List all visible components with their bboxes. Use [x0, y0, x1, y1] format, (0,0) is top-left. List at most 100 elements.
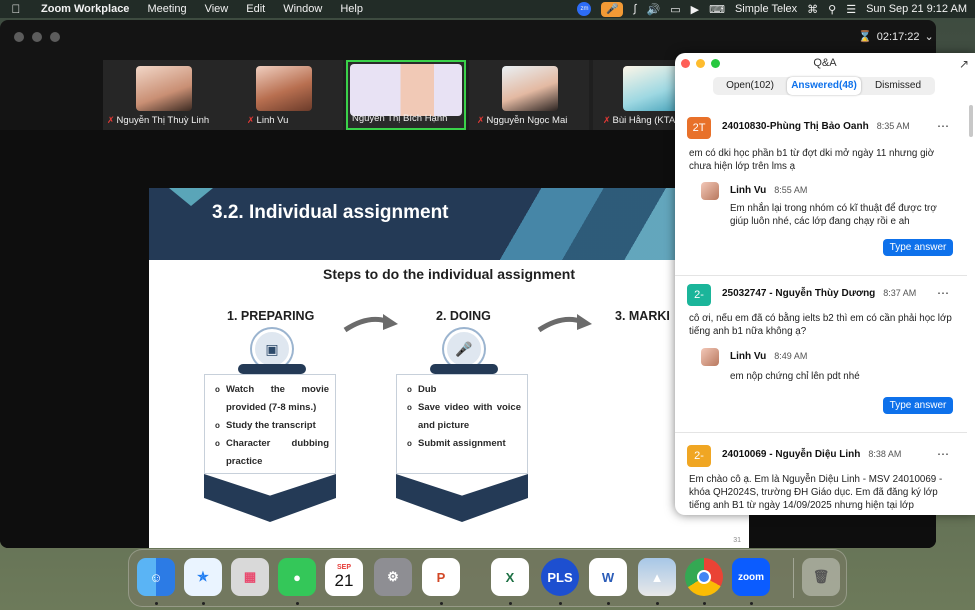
arrow-right-icon — [343, 314, 398, 333]
qa-tabs: Open(102) Answered(48) Dismissed — [713, 77, 935, 95]
more-options-icon[interactable]: ⋯ — [937, 119, 949, 133]
preview-icon[interactable]: ▲ — [638, 558, 676, 596]
volume-icon[interactable]: 🔊 — [647, 3, 661, 16]
calendar-month: SEP — [336, 563, 351, 571]
chrome-icon[interactable] — [685, 558, 723, 596]
search-icon[interactable]: ⚲ — [828, 3, 836, 16]
excel-icon[interactable]: X — [491, 558, 529, 596]
slide-page-number: 31 — [733, 537, 741, 544]
answer-author: Linh Vu — [730, 351, 767, 362]
chevron-down-icon — [396, 474, 528, 522]
play-icon[interactable]: ▶ — [691, 3, 699, 16]
slide-header-banner: 3.2. Individual assignment — [149, 188, 749, 260]
answer-text: Em nhắn lại trong nhóm có kĩ thuật để đư… — [730, 203, 937, 227]
menu-bar:  Zoom Workplace Meeting View Edit Windo… — [0, 0, 975, 18]
menu-edit[interactable]: Edit — [237, 0, 274, 18]
popout-icon[interactable]: ↗ — [959, 57, 969, 71]
question-item: 2- 24010069 - Nguyễn Diệu Linh 8:38 AM ⋯ … — [675, 437, 967, 515]
qa-title: Q&A — [813, 57, 837, 69]
type-answer-button[interactable]: Type answer — [883, 239, 953, 256]
wifi-icon[interactable]: ⌘ — [807, 3, 818, 16]
answer-time: 8:55 AM — [774, 185, 808, 195]
participant-tile[interactable]: ✗ Ngguyễn Ngọc Mai — [469, 60, 589, 130]
participant-name: Bùi Hằng (KTA) — [612, 115, 679, 126]
launchpad-icon[interactable]: ▦ — [231, 558, 269, 596]
zoom-icon[interactable]: zoom — [732, 558, 770, 596]
question-time: 8:38 AM — [868, 449, 902, 459]
question-text: em có dki học phần b1 từ đợt dki mở ngày… — [689, 148, 935, 172]
qa-question-list: 2T 24010830-Phùng Thị Bảo Oanh 8:35 AM ⋯ … — [675, 101, 967, 515]
step-item: Dub — [407, 381, 521, 399]
mic-muted-icon: ✗ — [247, 115, 255, 125]
messages-icon[interactable]: ● — [278, 558, 316, 596]
arrow-right-icon — [537, 314, 592, 333]
step-box: Dub Save video with voice and picture Su… — [396, 374, 528, 474]
participant-tile[interactable]: ✗ Linh Vu — [223, 60, 343, 130]
chevron-down-icon — [204, 474, 336, 522]
participant-tile[interactable]: ✗ Nguyễn Thị Thuỳ Linh — [103, 60, 223, 130]
step-box: Watch the movie provided (7-8 mins.) Stu… — [204, 374, 336, 474]
finder-icon[interactable]: ☺ — [137, 558, 175, 596]
input-source-label[interactable]: Simple Telex — [735, 3, 797, 15]
tab-dismissed[interactable]: Dismissed — [861, 77, 935, 95]
calendar-day: 21 — [334, 570, 354, 590]
participant-video — [350, 64, 462, 116]
screen-mirror-icon[interactable]: ▭ — [670, 3, 680, 16]
microphone-icon[interactable]: 🎤 — [601, 1, 624, 17]
participant-strip: ✗ Nguyễn Thị Thuỳ Linh ✗ Linh Vu Nguyễn Th… — [103, 60, 713, 130]
meeting-timer[interactable]: ⌛ 02:17:22 ⌄ — [858, 30, 934, 44]
word-icon[interactable]: W — [589, 558, 627, 596]
participant-video — [502, 66, 558, 111]
presentation-slide: 3.2. Individual assignment Steps to do t… — [149, 188, 749, 548]
powerpoint-icon[interactable]: P — [422, 558, 460, 596]
microphone-icon: 🎤 — [444, 329, 484, 369]
hourglass-icon: ⌛ — [858, 31, 872, 43]
participant-name: Nguyễn Thị Thuỳ Linh — [116, 115, 210, 126]
script-icon[interactable]: ∫ — [633, 3, 636, 15]
answer-text: em nộp chứng chỉ lên pdt nhé — [730, 371, 860, 382]
slide-title: 3.2. Individual assignment — [212, 202, 449, 223]
apple-menu-icon[interactable]:  — [0, 2, 32, 16]
type-answer-button[interactable]: Type answer — [883, 397, 953, 414]
scrollbar[interactable] — [969, 105, 973, 137]
zoom-button[interactable] — [50, 32, 60, 42]
avatar: 2T — [687, 117, 711, 139]
step-heading: 3. MARKI — [615, 309, 670, 323]
question-text: Em chào cô ạ. Em là Nguyễn Diệu Linh - M… — [689, 474, 943, 511]
step-item: Save video with voice and picture — [407, 399, 521, 435]
question-time: 8:37 AM — [883, 288, 917, 298]
trash-icon[interactable]: 🗑 — [802, 558, 840, 596]
menu-window[interactable]: Window — [274, 0, 331, 18]
safari-icon[interactable]: ✯ — [184, 558, 222, 596]
clock-datetime[interactable]: Sun Sep 21 9:12 AM — [866, 3, 967, 15]
pls-icon[interactable]: PLS — [541, 558, 579, 596]
question-author: 25032747 - Nguyễn Thùy Dương — [722, 288, 876, 299]
more-options-icon[interactable]: ⋯ — [937, 447, 949, 461]
zoom-status-icon[interactable]: zm — [577, 2, 592, 16]
system-settings-icon[interactable]: ⚙ — [374, 558, 412, 596]
question-author: 24010830-Phùng Thị Bảo Oanh — [722, 121, 869, 132]
window-controls — [14, 32, 60, 42]
question-item: 2T 24010830-Phùng Thị Bảo Oanh 8:35 AM ⋯ … — [675, 109, 967, 279]
participant-tile-active-speaker[interactable]: Nguyễn Thị Bích Hạnh — [346, 60, 466, 130]
calendar-icon[interactable]: SEP 21 — [325, 558, 363, 596]
control-center-icon[interactable]: ☰ — [846, 3, 856, 16]
tab-open[interactable]: Open(102) — [713, 77, 787, 95]
dock: ☺ ✯ ▦ ● SEP 21 ⚙ P X PLS W ▲ zoom 🗑 — [128, 549, 847, 607]
question-item: 2- 25032747 - Nguyễn Thùy Dương 8:37 AM ⋯… — [675, 276, 967, 438]
app-menu[interactable]: Zoom Workplace — [32, 0, 138, 18]
step-item: Character dubbing practice — [215, 435, 329, 471]
menu-help[interactable]: Help — [331, 0, 372, 18]
answer-author: Linh Vu — [730, 185, 767, 196]
minimize-button[interactable] — [32, 32, 42, 42]
more-options-icon[interactable]: ⋯ — [937, 286, 949, 300]
keyboard-icon[interactable]: ⌨ — [709, 3, 725, 16]
tab-answered[interactable]: Answered(48) — [787, 77, 861, 95]
mic-muted-icon: ✗ — [107, 115, 115, 125]
menu-meeting[interactable]: Meeting — [138, 0, 195, 18]
close-button[interactable] — [14, 32, 24, 42]
menu-view[interactable]: View — [196, 0, 238, 18]
participant-video — [256, 66, 312, 111]
step-heading: 2. DOING — [436, 309, 491, 323]
step-heading: 1. PREPARING — [227, 309, 315, 323]
